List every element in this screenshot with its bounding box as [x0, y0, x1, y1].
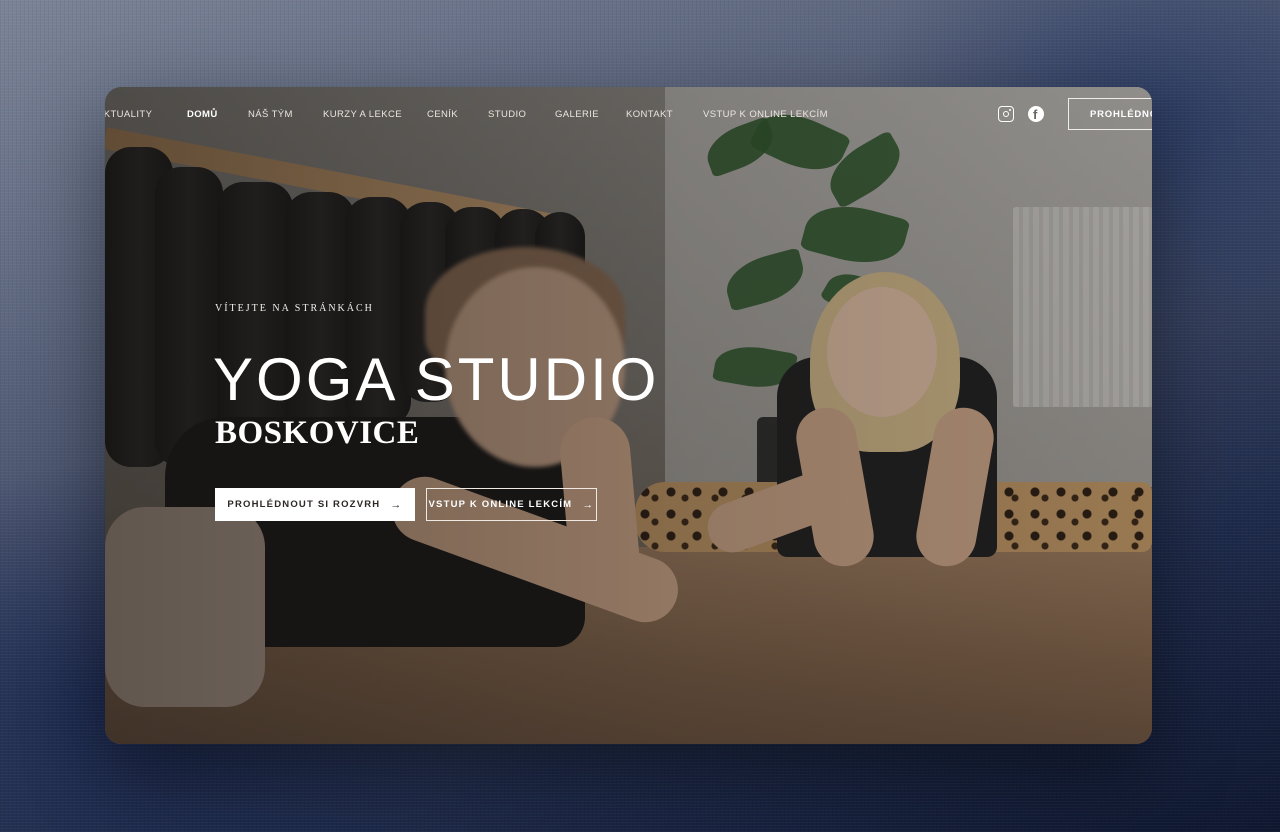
arrow-right-icon: → [582, 498, 595, 511]
nav-item-galerie[interactable]: GALERIE [555, 109, 599, 120]
facebook-icon[interactable]: f [1028, 106, 1044, 122]
nav-schedule-button[interactable]: PROHLÉDNOUT SI ROZVRH [1068, 98, 1152, 130]
nav-item-cenik[interactable]: CENÍK [427, 109, 458, 120]
hero-eyebrow: VÍTEJTE NA STRÁNKÁCH [215, 303, 374, 314]
nav-item-aktuality[interactable]: AKTUALITY [105, 109, 152, 120]
online-lessons-label: VSTUP K ONLINE LEKCÍM [428, 499, 573, 510]
hero-subtitle: BOSKOVICE [215, 415, 420, 451]
hero-title: YOGA STUDIO [213, 346, 660, 413]
view-schedule-button[interactable]: PROHLÉDNOUT SI ROZVRH → [215, 488, 415, 521]
browser-frame: AKTUALITY DOMŮ NÁŠ TÝM KURZY A LEKCE CEN… [105, 87, 1152, 744]
nav-item-studio[interactable]: STUDIO [488, 109, 526, 120]
nav-item-kurzy-a-lekce[interactable]: KURZY A LEKCE [323, 109, 402, 120]
nav-item-domu[interactable]: DOMŮ [187, 109, 218, 120]
nav-item-kontakt[interactable]: KONTAKT [626, 109, 673, 120]
instagram-icon[interactable] [998, 106, 1014, 122]
view-schedule-label: PROHLÉDNOUT SI ROZVRH [227, 499, 381, 510]
nav-item-online-lekce[interactable]: VSTUP K ONLINE LEKCÍM [703, 109, 828, 120]
online-lessons-button[interactable]: VSTUP K ONLINE LEKCÍM → [426, 488, 597, 521]
arrow-right-icon: → [390, 498, 403, 511]
main-nav: AKTUALITY DOMŮ NÁŠ TÝM KURZY A LEKCE CEN… [105, 87, 1152, 143]
nav-item-nas-tym[interactable]: NÁŠ TÝM [248, 109, 293, 120]
